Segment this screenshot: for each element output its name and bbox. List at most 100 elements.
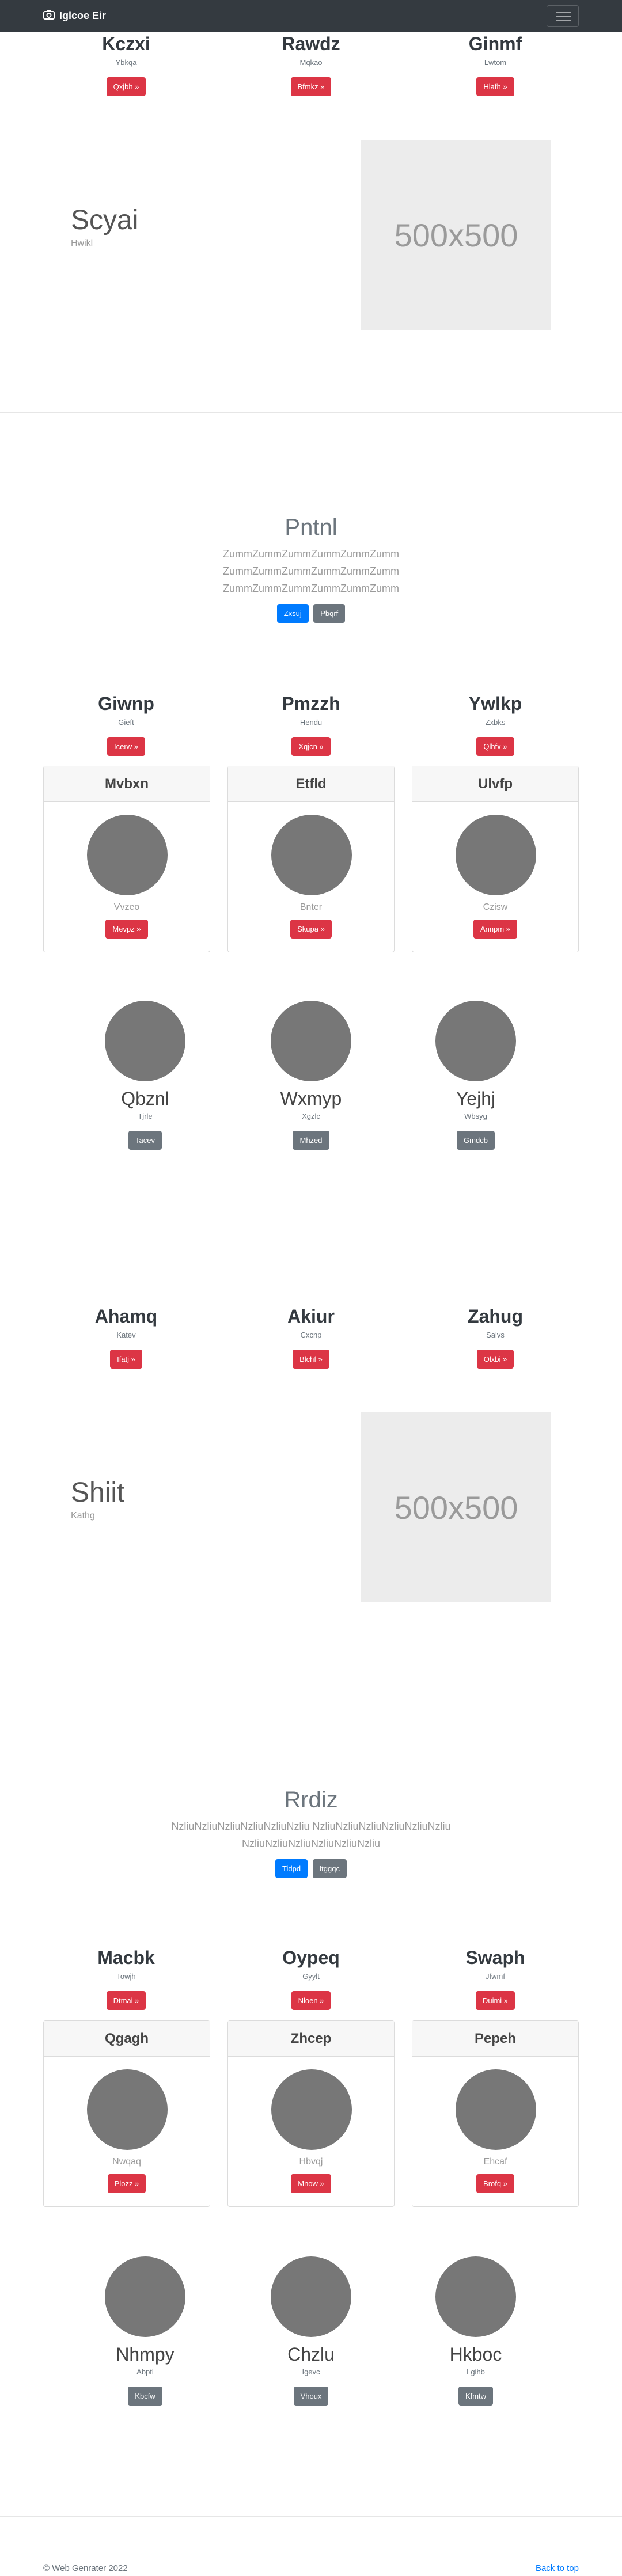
card-button[interactable]: Annpm »: [473, 920, 518, 939]
feature-title: Swaph: [465, 1947, 525, 1968]
feature-button[interactable]: Xqjcn »: [291, 737, 331, 756]
feature-button[interactable]: Bfmkz »: [290, 77, 332, 96]
profile-name: Nhmpy: [116, 2344, 175, 2365]
card-button[interactable]: Plozz »: [107, 2174, 146, 2193]
jumbotron-secondary-button[interactable]: Pbqrf: [313, 604, 346, 623]
feature-sub: Salvs: [486, 1331, 505, 1339]
feature-sub: Jfwmf: [486, 1972, 505, 1981]
card-avatar: [456, 2069, 536, 2150]
profile-sub: Xgzlc: [302, 1112, 320, 1120]
feature-button[interactable]: Olxbi »: [476, 1350, 514, 1369]
jumbotron-primary-button[interactable]: Tidpd: [275, 1859, 308, 1878]
card-header: Etfld: [228, 766, 394, 802]
feature-button[interactable]: Qlhfx »: [476, 737, 514, 756]
card-avatar: [87, 2069, 168, 2150]
jumbotron-title: Pntnl: [285, 515, 337, 540]
feature-button[interactable]: Duimi »: [475, 1991, 515, 2010]
featurette-text: Shiit Kathg: [71, 1477, 124, 1521]
jumbotron-line: ZummZummZummZummZummZumm: [223, 565, 399, 577]
feature-col-3: Swaph Jfwmf Duimi »: [403, 1947, 587, 2010]
feature-button[interactable]: Hlafh »: [476, 77, 514, 96]
jumbotron-line: ZummZummZummZummZummZumm: [223, 583, 399, 594]
feature-button[interactable]: Qxjbh »: [106, 77, 146, 96]
card-button[interactable]: Skupa »: [290, 920, 332, 939]
profile-name: Chzlu: [287, 2344, 335, 2365]
card-avatar: [456, 815, 536, 895]
profile-avatar: [105, 2256, 185, 2337]
feature-button[interactable]: Ifatj »: [110, 1350, 142, 1369]
profile-sub: Igevc: [302, 2368, 320, 2376]
jumbotron-line: ZummZummZummZummZummZumm: [223, 548, 399, 560]
profile-avatar: [435, 2256, 516, 2337]
profile-button[interactable]: Gmdcb: [457, 1131, 495, 1150]
feature-sub: Katev: [116, 1331, 136, 1339]
card-sub: Hbvqj: [299, 2157, 323, 2167]
card-button[interactable]: Brofq »: [476, 2174, 514, 2193]
footer-copyright: © Web Genrater 2022: [43, 2563, 128, 2573]
feature-sub: Lwtom: [484, 58, 507, 67]
feature-sub: Mqkao: [299, 58, 323, 67]
profile-sub: Wbsyg: [464, 1112, 487, 1120]
jumbotron-primary-button[interactable]: Zxsuj: [276, 604, 309, 623]
feature-button[interactable]: Blchf »: [293, 1350, 329, 1369]
feature-col-1: Kczxi Ybkqa Qxjbh »: [34, 33, 218, 96]
feature-button[interactable]: Nloen »: [291, 1991, 331, 2010]
featurette-sub: Hwikl: [71, 238, 93, 248]
feature-button[interactable]: Icerw »: [107, 737, 145, 756]
feature-col-1: Giwnp Gieft Icerw »: [34, 693, 218, 756]
featurette-text: Scyai Hwikl: [71, 204, 138, 249]
jumbotron-line: NzliuNzliuNzliuNzliuNzliuNzliu: [241, 1838, 381, 1849]
feature-title: Pmzzh: [282, 693, 340, 714]
profile-avatar: [271, 2256, 351, 2337]
card: Qgagh Nwqaq Plozz »: [43, 2020, 210, 2207]
feature-sub: Towjh: [116, 1972, 136, 1981]
featurette-image: 500x500: [361, 1412, 551, 1602]
section-divider: [0, 412, 622, 413]
profile-avatar: [271, 1001, 351, 1081]
navbar: Iglcoe Eir: [0, 0, 622, 32]
card-button[interactable]: Mnow »: [291, 2174, 331, 2193]
feature-col-2: Rawdz Mqkao Bfmkz »: [219, 33, 403, 96]
feature-sub: Hendu: [299, 718, 323, 727]
profile-button[interactable]: Vhoux: [293, 2387, 329, 2406]
feature-col-3: Ginmf Lwtom Hlafh »: [403, 33, 587, 96]
menu-toggle-button[interactable]: [547, 5, 579, 27]
feature-button[interactable]: Dtmai »: [106, 1991, 146, 2010]
profile: Wxmyp Xgzlc Mhzed: [242, 1001, 380, 1150]
profile-button[interactable]: Kfmtw: [458, 2387, 494, 2406]
feature-sub: Cxcnp: [300, 1331, 322, 1339]
profile-avatar: [105, 1001, 185, 1081]
section-divider: [0, 2516, 622, 2517]
feature-col-3: Ywlkp Zxbks Qlhfx »: [403, 693, 587, 756]
feature-title: Zahug: [468, 1306, 523, 1327]
card: Zhcep Hbvqj Mnow »: [227, 2020, 395, 2207]
card-avatar: [271, 815, 352, 895]
feature-col-1: Ahamq Katev Ifatj »: [34, 1306, 218, 1369]
brand-link[interactable]: Iglcoe Eir: [43, 9, 106, 22]
feature-title: Akiur: [287, 1306, 335, 1327]
profile-button[interactable]: Kbcfw: [128, 2387, 162, 2406]
feature-title: Oypeq: [282, 1947, 340, 1968]
profile: Yejhj Wbsyg Gmdcb: [407, 1001, 545, 1150]
feature-col-2: Akiur Cxcnp Blchf »: [219, 1306, 403, 1369]
featurette-image: 500x500: [361, 140, 551, 330]
profile-button[interactable]: Mhzed: [293, 1131, 329, 1150]
feature-title: Ginmf: [468, 33, 522, 54]
profile-sub: Abptl: [136, 2368, 154, 2376]
card-button[interactable]: Mevpz »: [105, 920, 148, 939]
feature-title: Macbk: [97, 1947, 155, 1968]
featurette-sub: Kathg: [71, 1511, 95, 1521]
camera-icon: [43, 9, 55, 22]
jumbotron-text: NzliuNzliuNzliuNzliuNzliuNzliu NzliuNzli…: [0, 1818, 622, 1852]
jumbotron-secondary-button[interactable]: Itggqc: [312, 1859, 347, 1878]
card-avatar: [271, 2069, 352, 2150]
profile-button[interactable]: Tacev: [128, 1131, 162, 1150]
profile-name: Yejhj: [456, 1088, 496, 1109]
profile: Nhmpy Abptl Kbcfw: [76, 2256, 214, 2406]
hamburger-icon: [556, 12, 571, 13]
feature-sub: Gyylt: [302, 1972, 320, 1981]
back-to-top-link[interactable]: Back to top: [536, 2563, 579, 2573]
feature-col-1: Macbk Towjh Dtmai »: [34, 1947, 218, 2010]
jumbotron: Rrdiz NzliuNzliuNzliuNzliuNzliuNzliu Nzl…: [0, 1787, 622, 1878]
feature-col-3: Zahug Salvs Olxbi »: [403, 1306, 587, 1369]
